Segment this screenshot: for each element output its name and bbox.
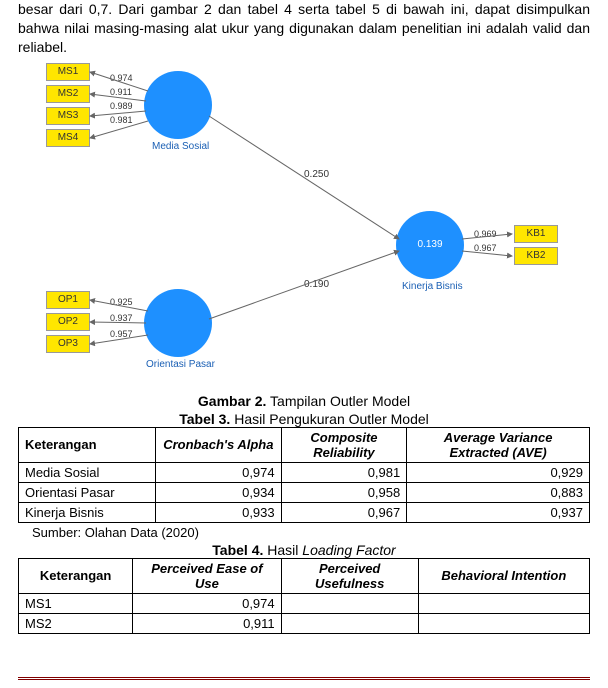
t4-r1c2 xyxy=(281,613,418,633)
label-orientasi-pasar: Orientasi Pasar xyxy=(146,359,215,370)
path-ms-kb: 0.250 xyxy=(304,169,329,180)
t4-r1c0: MS2 xyxy=(19,613,133,633)
t4-r0c3 xyxy=(418,593,589,613)
t3-r2c2: 0,967 xyxy=(281,502,407,522)
loading-ms2: 0.911 xyxy=(110,87,132,97)
t3-r2c1: 0,933 xyxy=(156,502,282,522)
table-row: MS1 0,974 xyxy=(19,593,590,613)
caption-gambar2-text: Tampilan Outler Model xyxy=(270,393,410,409)
loading-kb2: 0.967 xyxy=(474,243,497,253)
caption-tabel3-bold: Tabel 3. xyxy=(179,411,230,427)
indicator-ms4: MS4 xyxy=(46,129,90,147)
loading-ms1: 0.974 xyxy=(110,73,133,83)
loading-op3: 0.957 xyxy=(110,329,133,339)
latent-media-sosial xyxy=(144,71,212,139)
t4-r0c0: MS1 xyxy=(19,593,133,613)
t4-h3-i: Behavioral Intention xyxy=(441,568,566,583)
t3-r0c2: 0,981 xyxy=(281,462,407,482)
label-media-sosial: Media Sosial xyxy=(152,141,209,152)
indicator-ms2: MS2 xyxy=(46,85,90,103)
t4-r1c3 xyxy=(418,613,589,633)
indicator-ms1: MS1 xyxy=(46,63,90,81)
indicator-ms3: MS3 xyxy=(46,107,90,125)
t3-h3-i: Average Variance Extracted (AVE) xyxy=(444,430,553,460)
t3-h1-i: Cronbach's Alpha xyxy=(163,437,273,452)
caption-gambar2: Gambar 2. Tampilan Outler Model xyxy=(18,393,590,409)
caption-tabel4-bold: Tabel 4. xyxy=(212,542,263,558)
caption-gambar2-bold: Gambar 2. xyxy=(198,393,266,409)
table3: Keterangan Cronbach's Alpha Composite Re… xyxy=(18,427,590,523)
t3-r1c0: Orientasi Pasar xyxy=(19,482,156,502)
label-kinerja-bisnis: Kinerja Bisnis xyxy=(402,281,463,292)
t3-r1c3: 0,883 xyxy=(407,482,590,502)
table-row: Kinerja Bisnis 0,933 0,967 0,937 xyxy=(19,502,590,522)
loading-ms4: 0.981 xyxy=(110,115,133,125)
caption-tabel4-text: Hasil Loading Factor xyxy=(267,542,395,558)
t3-h2-i: Composite Reliability xyxy=(310,430,377,460)
t4-h2-i: Perceived Usefulness xyxy=(315,561,384,591)
source-text: Sumber: Olahan Data (2020) xyxy=(18,525,590,540)
caption-tabel3: Tabel 3. Hasil Pengukuran Outler Model xyxy=(18,411,590,427)
indicator-op2: OP2 xyxy=(46,313,90,331)
t3-r0c1: 0,974 xyxy=(156,462,282,482)
indicator-op1: OP1 xyxy=(46,291,90,309)
t4-h3: Behavioral Intention xyxy=(418,558,589,593)
outer-model-diagram: MS1 MS2 MS3 MS4 0.974 0.911 0.989 0.981 … xyxy=(44,61,564,391)
latent-kinerja-bisnis: 0.139 xyxy=(396,211,464,279)
intro-text: besar dari 0,7. Dari gambar 2 dan tabel … xyxy=(18,0,590,57)
t3-r0c0: Media Sosial xyxy=(19,462,156,482)
footer-rule xyxy=(18,677,590,680)
t4-h2: Perceived Usefulness xyxy=(281,558,418,593)
t4-h1-i: Perceived Ease of Use xyxy=(151,561,262,591)
t3-h1: Cronbach's Alpha xyxy=(156,427,282,462)
indicator-op3: OP3 xyxy=(46,335,90,353)
t3-h0: Keterangan xyxy=(19,427,156,462)
t3-r2c3: 0,937 xyxy=(407,502,590,522)
loading-kb1: 0.969 xyxy=(474,229,497,239)
indicator-kb1: KB1 xyxy=(514,225,558,243)
loading-op1: 0.925 xyxy=(110,297,133,307)
loading-op2: 0.937 xyxy=(110,313,133,323)
t3-h2: Composite Reliability xyxy=(281,427,407,462)
t3-r2c0: Kinerja Bisnis xyxy=(19,502,156,522)
path-op-kb: 0.190 xyxy=(304,279,329,290)
t3-r0c3: 0,929 xyxy=(407,462,590,482)
loading-ms3: 0.989 xyxy=(110,101,133,111)
table-row: MS2 0,911 xyxy=(19,613,590,633)
table-row: Keterangan Cronbach's Alpha Composite Re… xyxy=(19,427,590,462)
table-row: Keterangan Perceived Ease of Use Perceiv… xyxy=(19,558,590,593)
t4-r0c2 xyxy=(281,593,418,613)
t4-h0: Keterangan xyxy=(19,558,133,593)
caption-tabel3-text: Hasil Pengukuran Outler Model xyxy=(234,411,429,427)
table-row: Media Sosial 0,974 0,981 0,929 xyxy=(19,462,590,482)
caption-tabel4: Tabel 4. Hasil Loading Factor xyxy=(18,542,590,558)
table-row: Orientasi Pasar 0,934 0,958 0,883 xyxy=(19,482,590,502)
t4-r1c1: 0,911 xyxy=(133,613,281,633)
table4: Keterangan Perceived Ease of Use Perceiv… xyxy=(18,558,590,634)
t4-h1: Perceived Ease of Use xyxy=(133,558,281,593)
t3-r1c1: 0,934 xyxy=(156,482,282,502)
latent-orientasi-pasar xyxy=(144,289,212,357)
t3-r1c2: 0,958 xyxy=(281,482,407,502)
t4-r0c1: 0,974 xyxy=(133,593,281,613)
indicator-kb2: KB2 xyxy=(514,247,558,265)
t3-h3: Average Variance Extracted (AVE) xyxy=(407,427,590,462)
